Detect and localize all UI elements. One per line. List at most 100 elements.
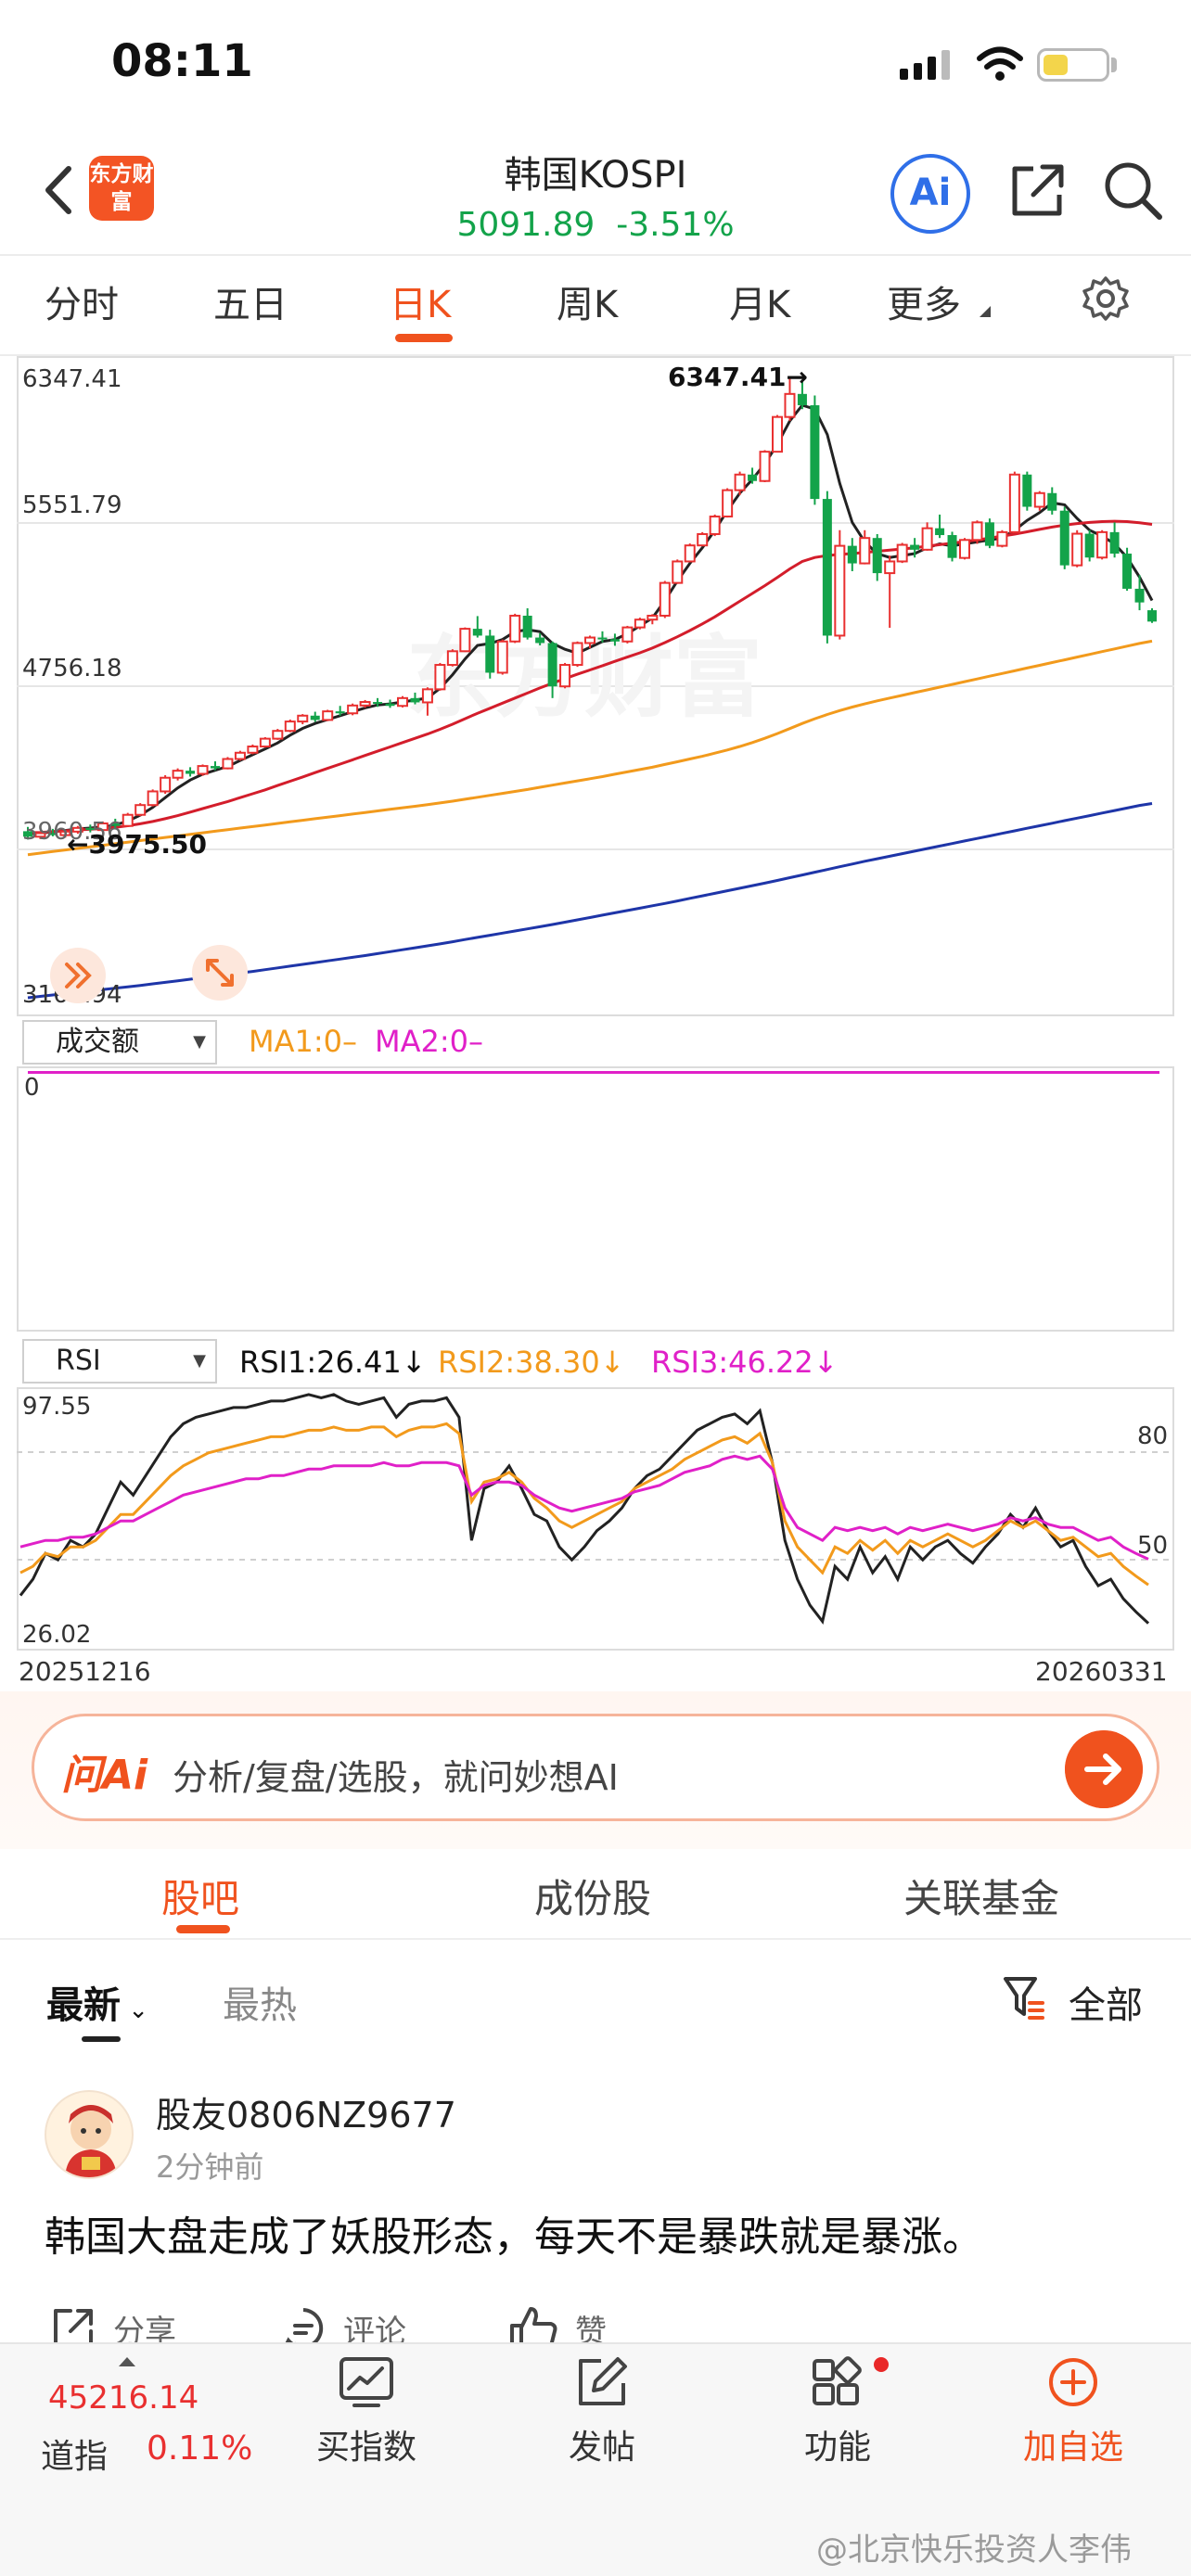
candle <box>434 662 446 691</box>
up-triangle-icon <box>119 2357 135 2366</box>
battery-tip <box>1111 57 1117 72</box>
candle <box>322 709 334 721</box>
candle <box>896 542 908 564</box>
nav-add-watchlist-label: 加自选 <box>1022 2429 1123 2467</box>
dow-value[interactable]: 45216.14 <box>48 2379 198 2417</box>
page-title: 韩国KOSPI <box>504 154 687 197</box>
status-time: 08:11 <box>111 35 253 87</box>
grid-icon <box>813 2356 862 2405</box>
rsi-line-2 <box>19 1422 1149 1587</box>
candle <box>247 744 259 755</box>
divider <box>0 1938 1191 1940</box>
candle <box>1147 607 1157 623</box>
candle <box>160 774 172 794</box>
volume-selector-label: 成交额 <box>56 1026 139 1058</box>
dow-name[interactable]: 道指 <box>41 2429 108 2478</box>
candle <box>509 613 521 644</box>
nav-buy-index[interactable]: 买指数 <box>288 2355 445 2468</box>
filter-icon[interactable] <box>1002 1973 1046 2021</box>
tab-related-funds[interactable]: 关联基金 <box>903 1868 1059 1924</box>
candle <box>884 555 896 629</box>
avatar[interactable] <box>45 2090 134 2179</box>
candle <box>446 649 458 667</box>
rsi3-legend: RSI3:46.22↓ <box>651 1345 839 1380</box>
candle <box>1033 491 1045 511</box>
candle <box>1059 506 1069 569</box>
tab-monthly-k[interactable]: 月K <box>729 274 790 328</box>
nav-add-watchlist[interactable]: 加自选 <box>994 2355 1152 2468</box>
tab-constituents[interactable]: 成份股 <box>534 1868 651 1924</box>
candle <box>571 641 583 668</box>
post-username[interactable]: 股友0806NZ9677 <box>156 2086 456 2137</box>
candle <box>722 488 734 518</box>
dow-percent[interactable]: 0.11% <box>147 2429 252 2468</box>
tab-intraday[interactable]: 分时 <box>45 274 119 328</box>
sort-hot[interactable]: 最热 <box>223 1975 297 2029</box>
rsi-chart[interactable] <box>17 1387 1174 1651</box>
chevron-down-icon: ▼ <box>193 1032 206 1052</box>
rsi-y-80: 80 <box>1137 1422 1169 1450</box>
tab-five-day[interactable]: 五日 <box>213 274 288 328</box>
candle <box>984 518 994 549</box>
candle <box>759 450 771 482</box>
filter-all[interactable]: 全部 <box>1069 1975 1143 2029</box>
candle <box>385 699 395 708</box>
chevron-down-icon: ▼ <box>193 1351 206 1371</box>
rsi2-legend: RSI2:38.30↓ <box>438 1345 625 1380</box>
nav-functions[interactable]: 功能 <box>759 2355 916 2468</box>
candle <box>310 711 320 722</box>
watermark-text: @北京快乐投资人李伟 <box>816 2531 1132 2569</box>
tab-stock-forum[interactable]: 股吧 <box>161 1868 239 1924</box>
nav-post[interactable]: 发帖 <box>523 2355 681 2468</box>
active-tab-indicator <box>395 334 453 342</box>
arrow-right-icon[interactable] <box>1065 1730 1143 1808</box>
cellular-signal-icon <box>900 48 950 80</box>
rsi-y-min: 26.02 <box>22 1621 92 1649</box>
post-content[interactable]: 韩国大盘走成了妖股形态，每天不是暴跌就是暴涨。 <box>45 2203 983 2263</box>
nav-functions-label: 功能 <box>803 2429 871 2467</box>
candle <box>522 607 532 640</box>
sort-indicator <box>82 2036 121 2042</box>
tab-more[interactable]: 更多 <box>887 274 961 328</box>
candle <box>1084 529 1095 562</box>
candle <box>485 630 495 679</box>
expand-icon[interactable] <box>189 942 250 1003</box>
rsi-y-50: 50 <box>1137 1532 1169 1560</box>
date-start: 20251216 <box>19 1656 151 1687</box>
volume-zero-label: 0 <box>24 1074 40 1102</box>
candle <box>996 529 1008 548</box>
ai-button[interactable]: Ai <box>890 154 970 234</box>
rsi-indicator-select[interactable]: RSI ▼ <box>22 1339 217 1384</box>
notification-dot <box>874 2357 889 2372</box>
volume-chart[interactable] <box>17 1066 1174 1332</box>
fast-forward-icon[interactable] <box>48 946 108 1005</box>
candle <box>186 767 196 777</box>
candle <box>234 750 246 761</box>
tab-weekly-k[interactable]: 周K <box>557 274 618 328</box>
kline-chart[interactable]: 东方财富 <box>17 356 1174 1016</box>
candle <box>772 414 783 453</box>
candle <box>921 522 933 551</box>
candle <box>297 714 309 725</box>
gear-icon[interactable] <box>1082 274 1130 323</box>
ask-ai-logo: 问Ai <box>61 1752 148 1799</box>
candle <box>459 627 471 653</box>
volume-indicator-select[interactable]: 成交额 ▼ <box>22 1020 217 1065</box>
candle <box>872 533 882 581</box>
candle <box>709 514 721 537</box>
share-icon[interactable] <box>1005 158 1070 223</box>
candle <box>1047 487 1057 515</box>
candle <box>197 764 209 776</box>
y-label-max: 6347.41 <box>22 365 122 393</box>
volume-ma2: MA2:0– <box>375 1024 483 1059</box>
search-icon[interactable] <box>1100 158 1165 223</box>
post-time: 2分钟前 <box>156 2149 264 2185</box>
volume-ma-line <box>28 1071 1159 1074</box>
tab-daily-k[interactable]: 日K <box>390 274 451 328</box>
sort-latest[interactable]: 最新 ⌄ <box>46 1975 148 2029</box>
candle <box>1022 471 1032 511</box>
back-arrow-icon[interactable] <box>37 158 83 223</box>
eastmoney-logo: 东方财富 <box>89 156 154 221</box>
candle <box>284 719 296 733</box>
candle <box>397 695 408 708</box>
